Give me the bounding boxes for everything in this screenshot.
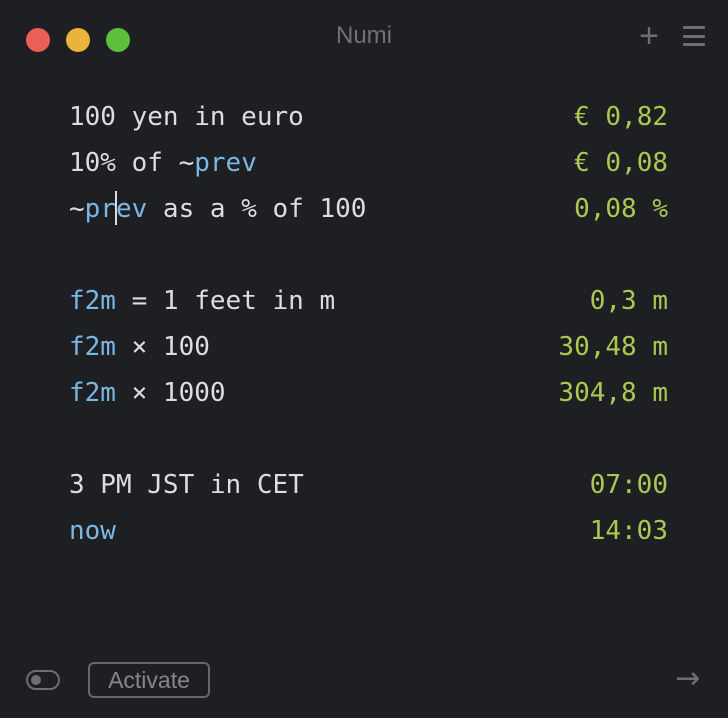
expression-token: × 100 [115, 332, 210, 362]
variable-token: now [69, 516, 116, 546]
result-value[interactable]: 07:00 [590, 462, 668, 508]
expression-token: = 1 feet in m [115, 286, 336, 316]
window-title: Numi [335, 22, 392, 49]
variable-token: ev [115, 194, 148, 224]
expression-token: as a % of 100 [147, 194, 367, 224]
result-value[interactable]: 0,3 m [590, 278, 668, 324]
result-value[interactable]: € 0,08 [574, 140, 668, 186]
expression-token: 10% of ~ [69, 148, 195, 178]
blank-line[interactable] [0, 416, 728, 462]
blank-line[interactable] [0, 232, 728, 278]
hamburger-menu-icon [683, 26, 705, 46]
calc-line[interactable]: f2m × 100 30,48 m [0, 324, 728, 370]
variable-token: pr [84, 194, 116, 224]
expression[interactable]: f2m = 1 feet in m [69, 278, 335, 324]
expression[interactable]: now [69, 508, 116, 554]
calc-line[interactable]: 100 yen in euro € 0,82 [0, 94, 728, 140]
variable-token: f2m [69, 286, 116, 316]
variable-token: f2m [69, 332, 116, 362]
calc-line[interactable]: 10% of ~prev € 0,08 [0, 140, 728, 186]
result-value[interactable]: 304,8 m [558, 370, 668, 416]
variable-token: prev [194, 148, 257, 178]
expression-token: ~ [69, 194, 85, 224]
expression[interactable]: 3 PM JST in CET [69, 462, 304, 508]
activate-button[interactable]: Activate [88, 662, 210, 698]
variable-token: f2m [69, 378, 116, 408]
expression-token: 100 yen in euro [69, 102, 304, 132]
title-bar: Numi + [0, 0, 728, 76]
toggle-switch[interactable] [26, 670, 60, 690]
expression-token: × 1000 [115, 378, 226, 408]
calc-line[interactable]: now 14:03 [0, 508, 728, 554]
numi-window: Numi + 100 yen in euro € 0,82 10% of ~prev… [0, 0, 728, 718]
expression[interactable]: 10% of ~prev [69, 140, 257, 186]
bottom-bar: Activate → [0, 650, 728, 710]
expression-token: 3 PM JST in CET [69, 470, 304, 500]
new-sheet-button[interactable]: + [631, 18, 667, 54]
text-caret [114, 190, 117, 225]
calc-line[interactable]: 3 PM JST in CET 07:00 [0, 462, 728, 508]
result-value[interactable]: 14:03 [590, 508, 668, 554]
toggle-knob [31, 675, 41, 685]
calc-line[interactable]: f2m = 1 feet in m 0,3 m [0, 278, 728, 324]
result-value[interactable]: 0,08 % [574, 186, 668, 232]
menu-button[interactable] [676, 18, 712, 54]
calc-line[interactable]: ~prev as a % of 100 0,08 % [0, 186, 728, 232]
expression[interactable]: f2m × 100 [69, 324, 210, 370]
result-value[interactable]: € 0,82 [574, 94, 668, 140]
expression[interactable]: f2m × 1000 [69, 370, 226, 416]
expression[interactable]: ~prev as a % of 100 [69, 186, 366, 232]
arrow-right-icon[interactable]: → [670, 664, 706, 696]
result-value[interactable]: 30,48 m [558, 324, 668, 370]
plus-icon: + [639, 17, 659, 55]
calc-line[interactable]: f2m × 1000 304,8 m [0, 370, 728, 416]
expression[interactable]: 100 yen in euro [69, 94, 304, 140]
